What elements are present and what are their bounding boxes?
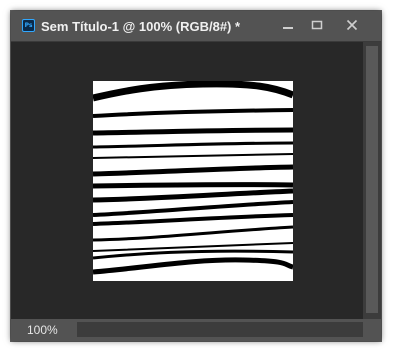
status-bar: 100%	[11, 319, 381, 341]
scrollbar-corner	[363, 319, 381, 341]
zoom-level[interactable]: 100%	[27, 322, 58, 338]
restore-icon	[311, 20, 323, 30]
document-title: Sem Título-1 @ 100% (RGB/8#) *	[41, 19, 241, 34]
document-canvas[interactable]	[93, 81, 293, 281]
vertical-scrollbar-thumb[interactable]	[366, 46, 378, 313]
horizontal-scrollbar[interactable]	[77, 322, 367, 337]
vertical-scrollbar[interactable]	[363, 42, 381, 319]
close-button[interactable]	[337, 11, 367, 39]
document-title-bar[interactable]: Ps Sem Título-1 @ 100% (RGB/8#) *	[11, 11, 381, 42]
close-icon	[346, 19, 358, 31]
minimize-button[interactable]	[273, 11, 303, 39]
restore-button[interactable]	[302, 11, 332, 39]
photoshop-app-icon: Ps	[22, 19, 35, 32]
minimize-icon	[283, 27, 293, 29]
